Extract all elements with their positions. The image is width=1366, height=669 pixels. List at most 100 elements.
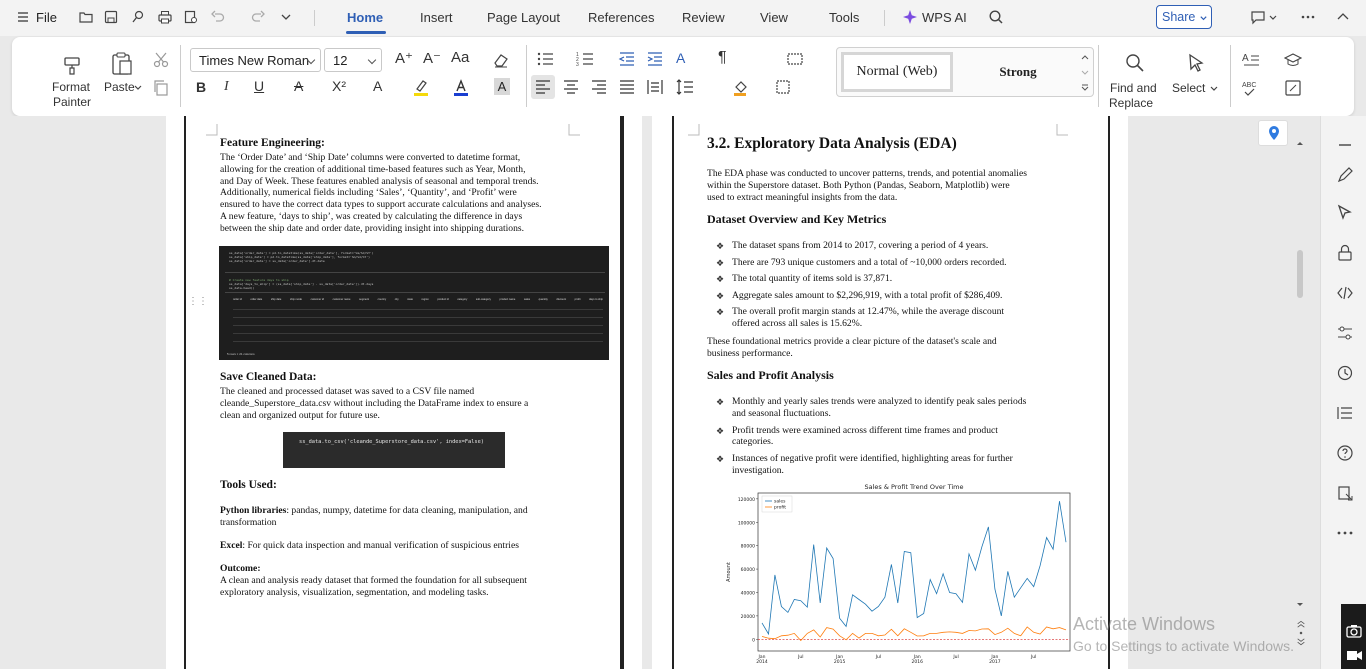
wps-ai-icon[interactable] (902, 9, 918, 25)
scroll-up-icon[interactable] (1296, 140, 1304, 146)
more-tools-icon[interactable] (1336, 524, 1354, 542)
heading-eda: 3.2. Exploratory Data Analysis (EDA) (707, 135, 957, 152)
save-icon[interactable] (103, 9, 119, 25)
code-icon[interactable] (1336, 284, 1354, 302)
justify-icon[interactable] (618, 78, 636, 96)
minus-icon[interactable] (1336, 136, 1354, 154)
align-center-icon[interactable] (562, 78, 580, 96)
align-left-button[interactable] (531, 75, 555, 99)
styles-expand-icon[interactable] (1081, 84, 1089, 92)
style-strong[interactable]: Strong (963, 54, 1073, 90)
drag-handle-icon[interactable]: ⋮⋮ (188, 296, 208, 307)
cut-icon[interactable] (152, 51, 170, 69)
decrease-indent-icon[interactable] (618, 50, 636, 68)
style-normal-web[interactable]: Normal (Web) (841, 52, 953, 92)
outline-icon[interactable] (1336, 404, 1354, 422)
wps-ai-button[interactable]: WPS AI (922, 10, 967, 25)
education-icon[interactable] (1284, 51, 1302, 69)
select-label[interactable]: Select (1172, 81, 1205, 95)
select-chevron-icon[interactable] (1210, 85, 1218, 93)
help-icon[interactable] (1336, 444, 1354, 462)
undo-icon[interactable] (210, 9, 226, 25)
superscript-icon[interactable]: X² (332, 78, 346, 94)
decrease-font-icon[interactable]: A⁻ (423, 49, 441, 67)
align-right-icon[interactable] (590, 78, 608, 96)
paste-icon[interactable] (110, 51, 134, 77)
bold-icon[interactable]: B (196, 79, 206, 95)
change-case-icon[interactable]: Aa (451, 49, 469, 66)
clear-formatting-icon[interactable] (492, 51, 510, 69)
text-tools-icon[interactable]: A (1242, 51, 1260, 69)
text-direction-icon[interactable]: A (676, 50, 685, 66)
file-menu[interactable]: File (36, 10, 57, 25)
tab-tools[interactable]: Tools (829, 10, 859, 25)
comment-chevron-icon[interactable] (1268, 9, 1278, 25)
select-cursor-icon[interactable] (1185, 52, 1207, 74)
hamburger-icon[interactable] (16, 10, 30, 24)
quick-access-chevron-icon[interactable] (278, 9, 294, 25)
bullets-icon[interactable] (536, 50, 554, 68)
borders-icon[interactable] (774, 78, 792, 96)
ribbon-toolbar: Format Painter Paste Times New Roman 12 … (12, 37, 1354, 116)
italic-icon[interactable]: I (224, 79, 229, 95)
tab-insert[interactable]: Insert (420, 10, 453, 25)
line-spacing-icon[interactable] (676, 78, 694, 96)
tab-page-layout[interactable]: Page Layout (487, 10, 560, 25)
history-icon[interactable] (1336, 364, 1354, 382)
vertical-scrollbar-thumb[interactable] (1297, 250, 1303, 298)
open-folder-icon[interactable] (78, 9, 94, 25)
share-button[interactable]: Share (1156, 5, 1212, 29)
pen-icon[interactable] (1336, 166, 1354, 184)
overview-bullet-item: The total quantity of items sold is 37,8… (732, 273, 892, 285)
highlight-icon[interactable] (412, 78, 430, 96)
redo-icon[interactable] (250, 9, 266, 25)
find-replace-label-1[interactable]: Find and (1110, 81, 1157, 95)
document-tools-icon[interactable] (1284, 79, 1302, 97)
collapse-ribbon-icon[interactable] (1335, 9, 1351, 25)
font-color-icon[interactable] (452, 78, 470, 96)
strikethrough-icon[interactable]: A (294, 78, 303, 94)
export-pdf-icon[interactable] (130, 9, 146, 25)
extract-icon[interactable] (1336, 484, 1354, 502)
table-tools-icon[interactable] (786, 50, 804, 68)
adjust-icon[interactable] (1336, 324, 1354, 342)
find-replace-label-2[interactable]: Replace (1109, 96, 1153, 110)
styles-scroll-up-icon[interactable] (1081, 54, 1089, 60)
format-painter-label-1[interactable]: Format (52, 80, 90, 94)
paragraph-mark-icon[interactable]: ¶ (718, 49, 727, 67)
print-icon[interactable] (157, 9, 173, 25)
tab-view[interactable]: View (760, 10, 788, 25)
copy-icon[interactable] (152, 79, 170, 97)
paste-chevron-icon[interactable] (134, 84, 142, 92)
styles-scroll-down-icon[interactable] (1081, 70, 1089, 76)
search-icon[interactable] (988, 9, 1004, 25)
underline-icon[interactable]: U (254, 78, 264, 94)
font-family-select[interactable]: Times New Roman (190, 48, 321, 72)
print-preview-icon[interactable] (183, 9, 199, 25)
numbering-icon[interactable]: 123 (576, 50, 594, 68)
page-nav-icon[interactable] (1296, 618, 1306, 648)
document-canvas[interactable]: ⋮⋮ Feature Engineering: The ‘Order Date’… (0, 116, 1320, 669)
distributed-icon[interactable] (646, 78, 664, 96)
spell-check-icon[interactable]: ABC (1242, 79, 1260, 97)
tab-home[interactable]: Home (347, 10, 383, 25)
font-size-select[interactable]: 12 (324, 48, 382, 72)
find-replace-icon[interactable] (1124, 52, 1146, 74)
increase-indent-icon[interactable] (646, 50, 664, 68)
cursor-select-icon[interactable] (1336, 204, 1354, 222)
camera-widget[interactable] (1341, 604, 1366, 669)
format-painter-label-2[interactable]: Painter (53, 95, 91, 109)
scroll-down-icon[interactable] (1296, 602, 1304, 608)
more-options-icon[interactable] (1300, 9, 1316, 25)
text-effect-icon[interactable]: A (373, 78, 382, 94)
comment-icon[interactable] (1250, 9, 1266, 25)
tab-references[interactable]: References (588, 10, 654, 25)
lock-icon[interactable] (1336, 244, 1354, 262)
tab-review[interactable]: Review (682, 10, 725, 25)
paste-label[interactable]: Paste (104, 80, 135, 94)
format-painter-icon[interactable] (62, 54, 84, 76)
location-pin-button[interactable] (1258, 120, 1288, 146)
character-shading-icon[interactable]: A (494, 78, 510, 95)
increase-font-icon[interactable]: A⁺ (395, 49, 413, 67)
shading-icon[interactable] (732, 78, 750, 96)
